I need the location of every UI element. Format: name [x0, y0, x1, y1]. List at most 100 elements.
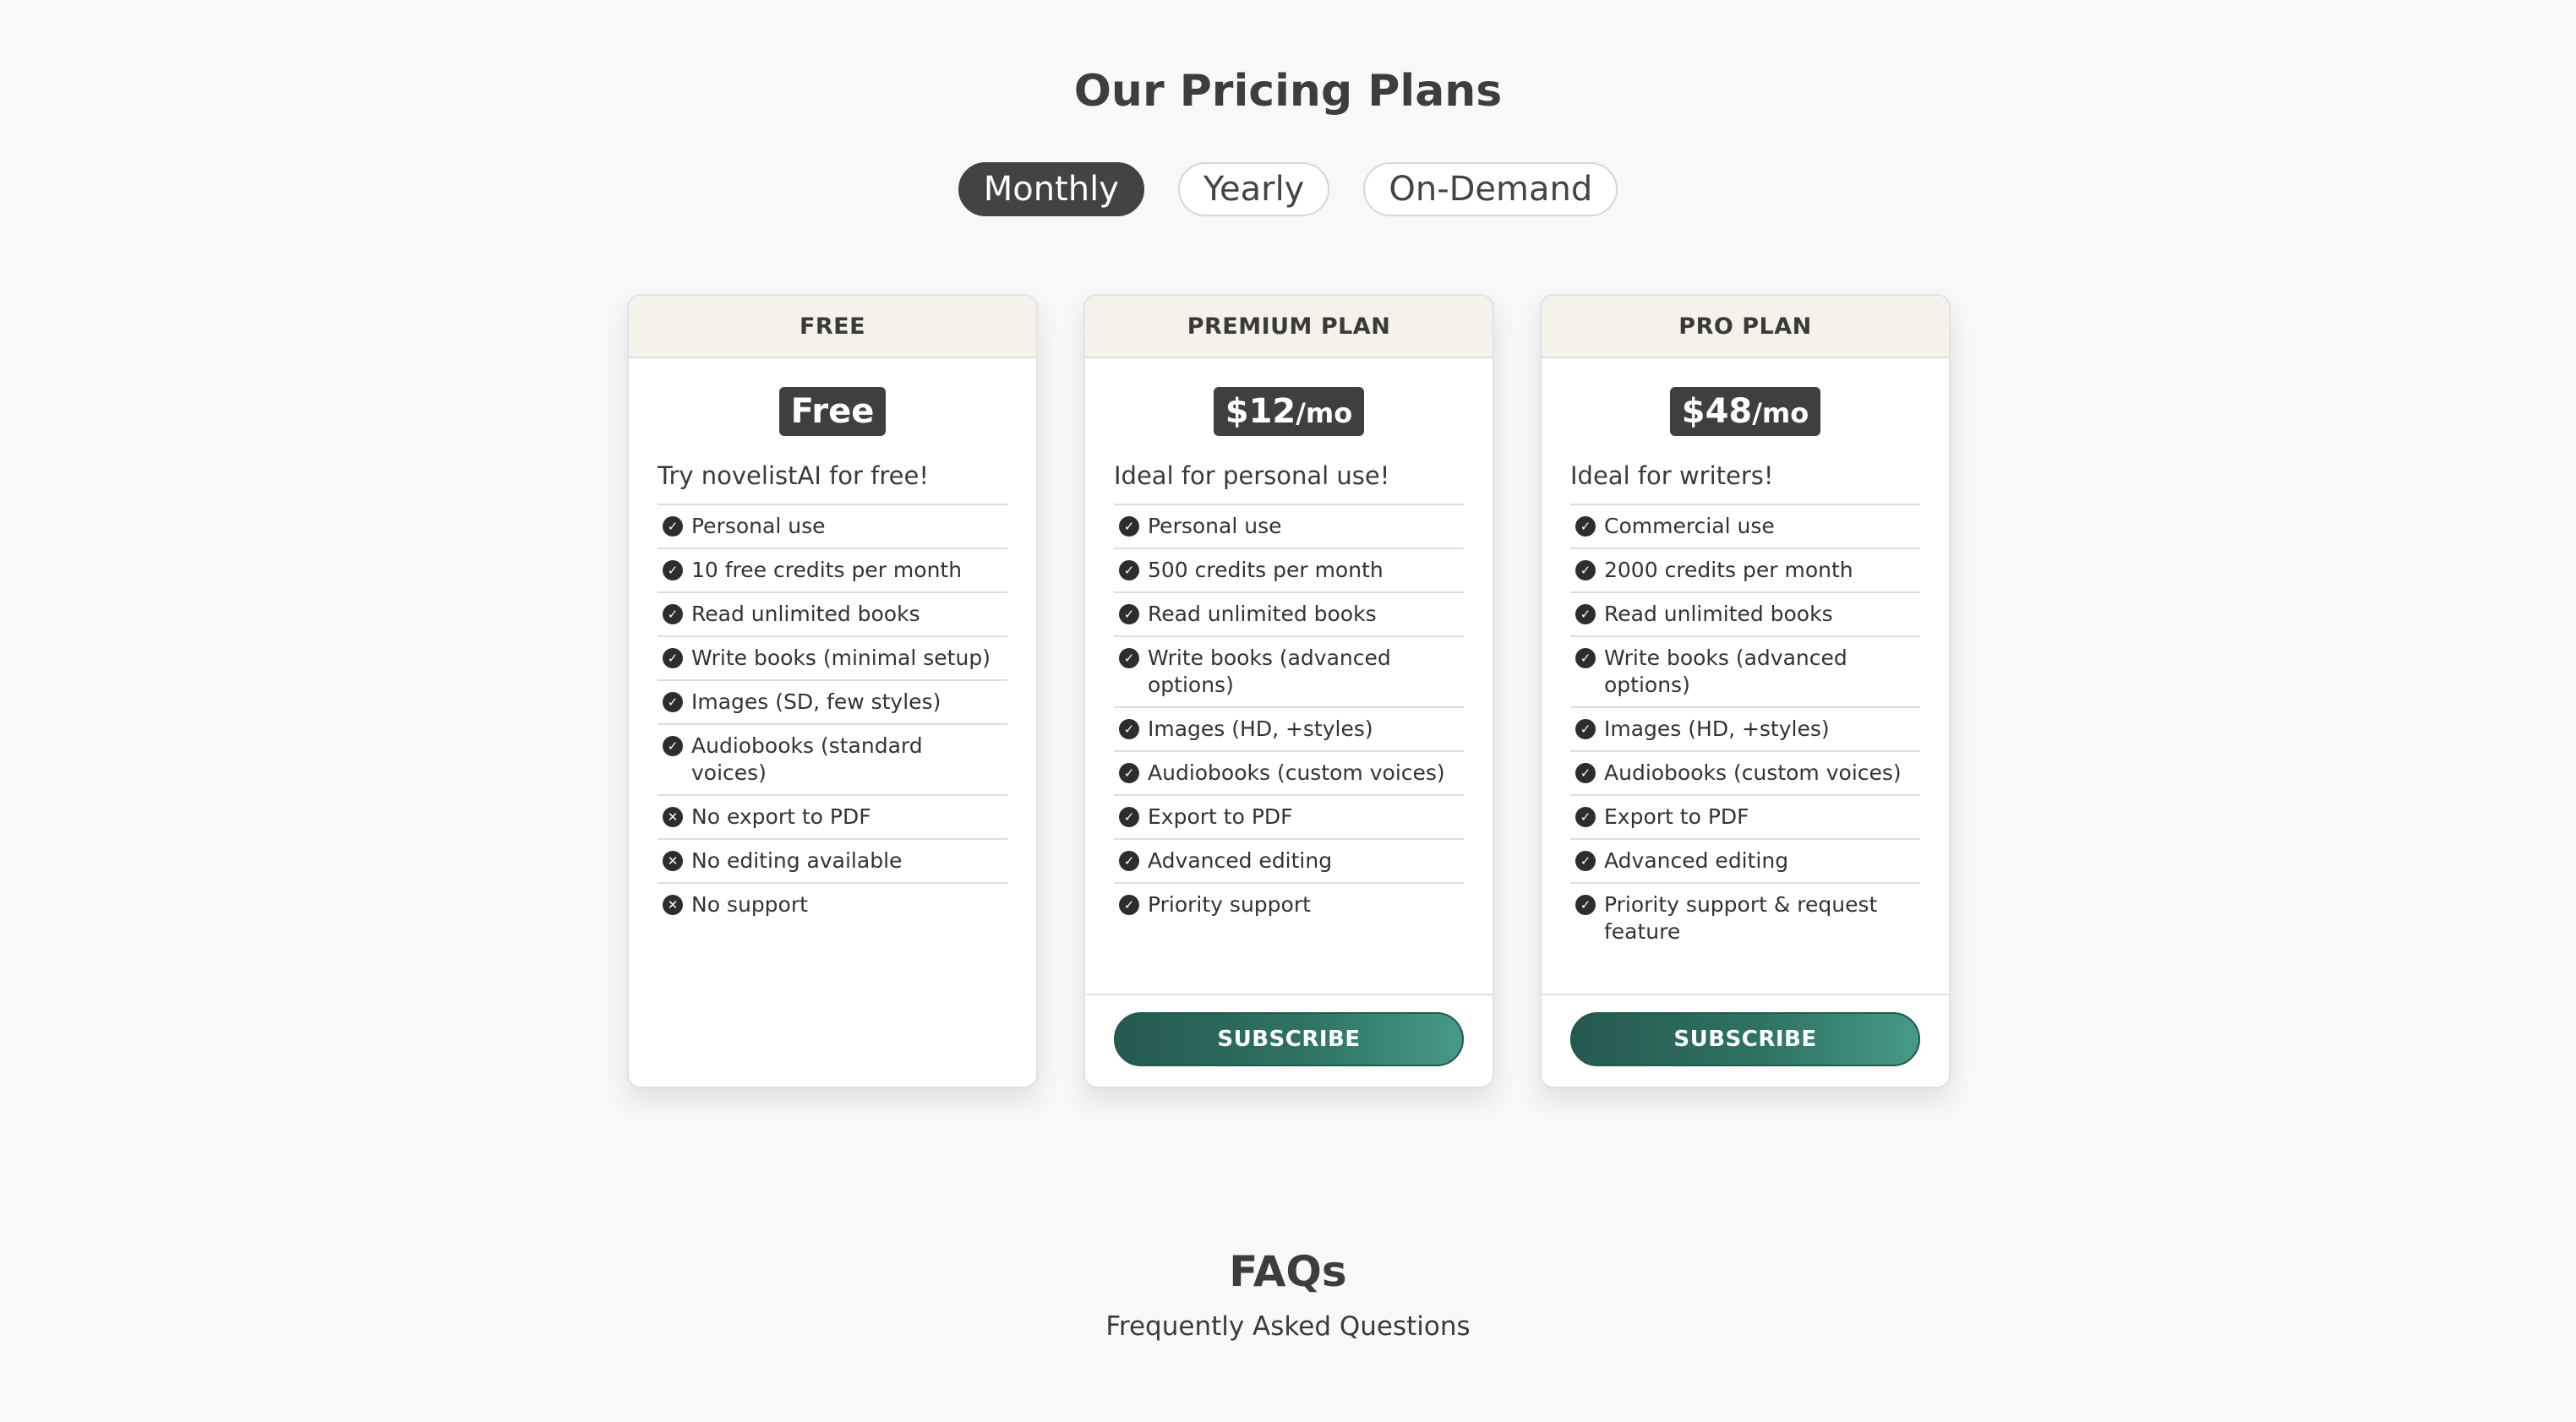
price-unit: /mo [1752, 397, 1809, 429]
feature-text: Advanced editing [1148, 848, 1333, 873]
check-circle-icon: ✓ [1575, 604, 1596, 624]
check-circle-icon: ✓ [1119, 851, 1139, 871]
check-circle-icon: ✓ [1575, 560, 1596, 580]
feature-text: Priority support [1148, 892, 1311, 917]
tab-yearly[interactable]: Yearly [1177, 162, 1330, 216]
check-circle-icon: ✓ [1575, 851, 1596, 871]
feature-item: ✓ Advanced editing [1114, 840, 1464, 884]
pricing-cards: FREE Free Try novelistAI for free! ✓ Pers… [627, 294, 1951, 1088]
feature-list: ✓ Commercial use ✓ 2000 credits per month … [1570, 505, 1920, 953]
check-circle-icon: ✓ [663, 604, 683, 624]
feature-text: 500 credits per month [1148, 558, 1384, 582]
page-title: Our Pricing Plans [1073, 66, 1503, 117]
feature-item: ✓ Write books (advanced options) [1570, 637, 1920, 708]
check-circle-icon: ✓ [663, 736, 683, 756]
x-circle-icon: ✕ [663, 851, 683, 871]
feature-item: ✓ Export to PDF [1570, 796, 1920, 840]
tab-monthly[interactable]: Monthly [958, 162, 1144, 216]
feature-item: ✓ Audiobooks (custom voices) [1570, 752, 1920, 796]
feature-text: 2000 credits per month [1604, 558, 1853, 582]
feature-text: No support [691, 892, 808, 917]
feature-item: ✓ Commercial use [1570, 505, 1920, 549]
check-circle-icon: ✓ [1119, 895, 1139, 915]
price-badge: $12/mo [1213, 387, 1365, 436]
feature-item: ✓ 10 free credits per month [658, 549, 1007, 593]
plan-description: Ideal for writers! [1570, 461, 1920, 505]
feature-text: Export to PDF [1604, 804, 1749, 829]
feature-item: ✓ Personal use [1114, 505, 1464, 549]
feature-text: Audiobooks (custom voices) [1604, 760, 1902, 785]
feature-item: ✓ Priority support [1114, 884, 1464, 926]
feature-text: Audiobooks (custom voices) [1148, 760, 1445, 785]
check-circle-icon: ✓ [1119, 719, 1139, 739]
plan-card-pro: PRO PLAN $48/mo Ideal for writers! ✓ Comm… [1540, 294, 1951, 1088]
plan-card-premium: PREMIUM PLAN $12/mo Ideal for personal u… [1083, 294, 1494, 1088]
price-amount: Free [790, 392, 875, 431]
check-circle-icon: ✓ [1575, 648, 1596, 668]
feature-item: ✓ 500 credits per month [1114, 549, 1464, 593]
feature-text: Images (HD, +styles) [1604, 716, 1830, 741]
feature-item: ✕ No support [658, 884, 1007, 926]
plan-description: Ideal for personal use! [1114, 461, 1464, 505]
check-circle-icon: ✓ [663, 516, 683, 537]
feature-list: ✓ Personal use ✓ 10 free credits per month… [658, 505, 1007, 926]
price-amount: $12 [1225, 392, 1296, 431]
feature-text: Personal use [1148, 514, 1282, 538]
plan-name: PREMIUM PLAN [1085, 296, 1493, 358]
check-circle-icon: ✓ [1119, 807, 1139, 827]
subscribe-button-premium[interactable]: SUBSCRIBE [1114, 1012, 1464, 1066]
price-amount: $48 [1681, 392, 1753, 431]
feature-item: ✓ Export to PDF [1114, 796, 1464, 840]
price-badge: $48/mo [1669, 387, 1821, 436]
check-circle-icon: ✓ [1119, 648, 1139, 668]
plan-description: Try novelistAI for free! [658, 461, 1007, 505]
feature-item: ✓ Audiobooks (custom voices) [1114, 752, 1464, 796]
billing-period-tabs: Monthly Yearly On-Demand [0, 162, 2576, 216]
tab-on-demand[interactable]: On-Demand [1363, 162, 1618, 216]
feature-text: Export to PDF [1148, 804, 1293, 829]
feature-item: ✓ Images (HD, +styles) [1570, 708, 1920, 752]
check-circle-icon: ✓ [1575, 516, 1596, 537]
feature-text: Audiobooks (standard voices) [691, 733, 923, 785]
check-circle-icon: ✓ [663, 560, 683, 580]
feature-text: Images (SD, few styles) [691, 689, 941, 714]
check-circle-icon: ✓ [1575, 895, 1596, 915]
feature-item: ✓ Images (HD, +styles) [1114, 708, 1464, 752]
feature-item: ✕ No export to PDF [658, 796, 1007, 840]
feature-list: ✓ Personal use ✓ 500 credits per month ✓ Re… [1114, 505, 1464, 926]
feature-item: ✓ Audiobooks (standard voices) [658, 725, 1007, 796]
plan-card-free: FREE Free Try novelistAI for free! ✓ Pers… [627, 294, 1038, 1088]
feature-text: Personal use [691, 514, 826, 538]
check-circle-icon: ✓ [1119, 516, 1139, 537]
check-circle-icon: ✓ [1575, 807, 1596, 827]
feature-item: ✓ 2000 credits per month [1570, 549, 1920, 593]
feature-item: ✓ Write books (minimal setup) [658, 637, 1007, 681]
feature-text: Write books (advanced options) [1604, 646, 1847, 697]
feature-item: ✓ Read unlimited books [1114, 593, 1464, 637]
feature-item: ✓ Write books (advanced options) [1114, 637, 1464, 708]
feature-text: Read unlimited books [1604, 602, 1833, 626]
price-badge: Free [778, 387, 887, 436]
feature-item: ✓ Priority support & request feature [1570, 884, 1920, 953]
check-circle-icon: ✓ [663, 648, 683, 668]
plan-name: PRO PLAN [1542, 296, 1949, 358]
feature-text: Write books (minimal setup) [691, 646, 991, 670]
feature-item: ✓ Images (SD, few styles) [658, 681, 1007, 725]
price-unit: /mo [1296, 397, 1353, 429]
feature-text: Read unlimited books [691, 602, 920, 626]
card-footer: SUBSCRIBE [1085, 994, 1493, 1087]
check-circle-icon: ✓ [1119, 604, 1139, 624]
feature-text: No export to PDF [691, 804, 871, 829]
feature-text: Advanced editing [1604, 848, 1789, 873]
faq-subtitle: Frequently Asked Questions [1105, 1311, 1471, 1342]
check-circle-icon: ✓ [663, 692, 683, 712]
x-circle-icon: ✕ [663, 807, 683, 827]
check-circle-icon: ✓ [1119, 560, 1139, 580]
feature-text: Commercial use [1604, 514, 1775, 538]
feature-text: Priority support & request feature [1604, 892, 1878, 944]
faq-title: FAQs [1229, 1247, 1347, 1296]
subscribe-button-pro[interactable]: SUBSCRIBE [1570, 1012, 1920, 1066]
x-circle-icon: ✕ [663, 895, 683, 915]
check-circle-icon: ✓ [1575, 719, 1596, 739]
feature-item: ✓ Read unlimited books [1570, 593, 1920, 637]
